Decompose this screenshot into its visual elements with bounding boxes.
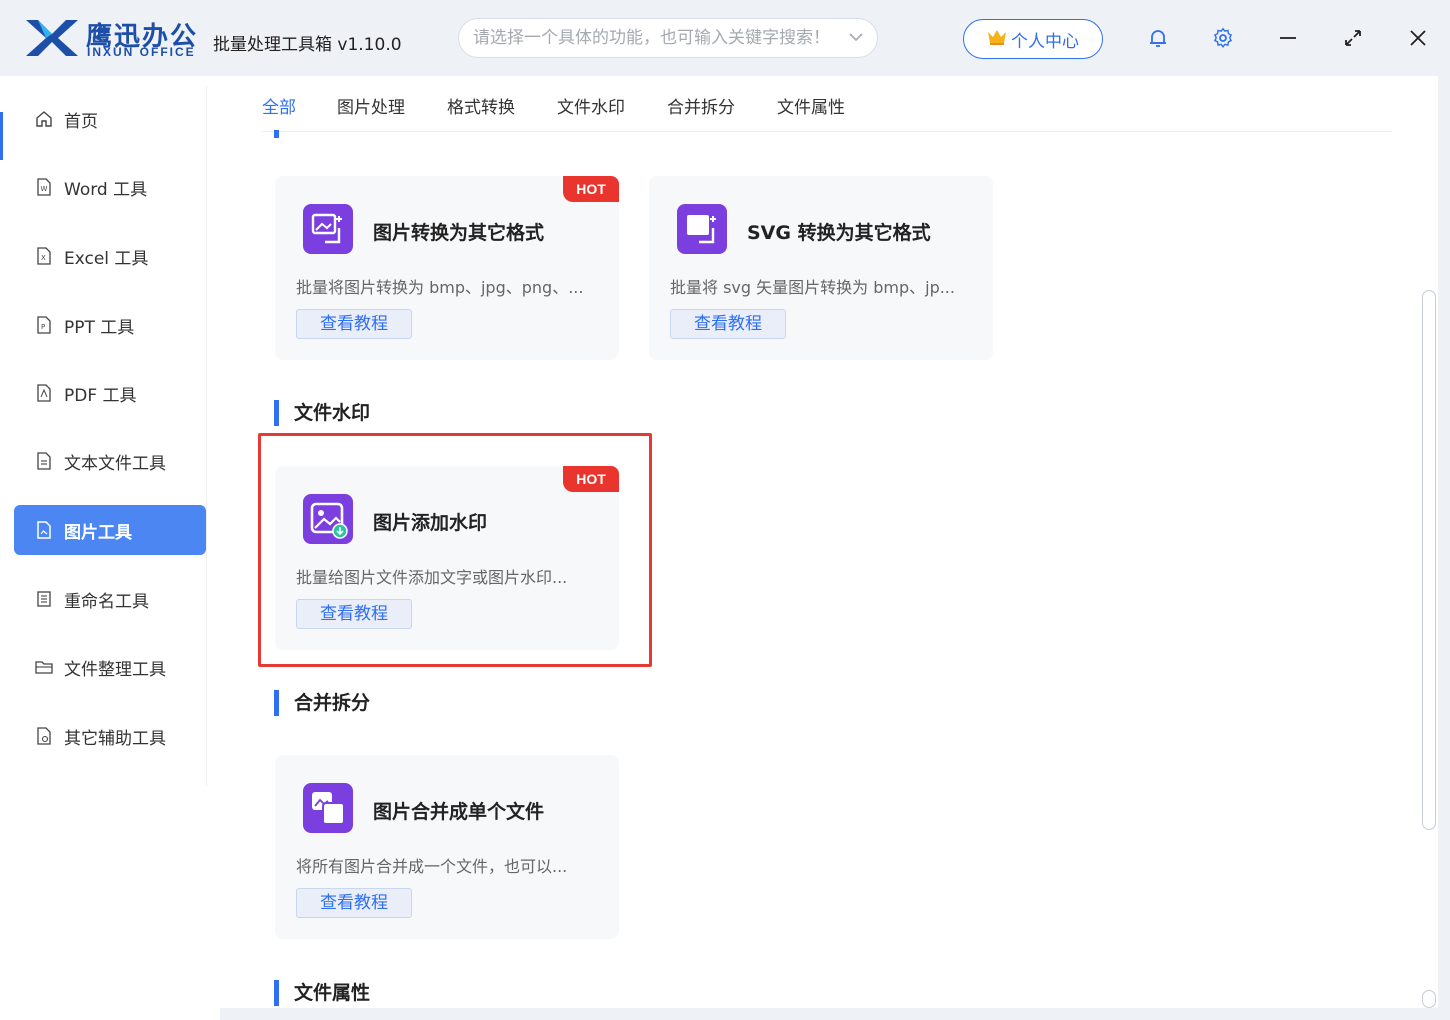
card-title: 图片转换为其它格式 — [373, 222, 545, 244]
image-convert-icon — [303, 204, 353, 254]
image-watermark-icon — [303, 494, 353, 544]
tab-label: 图片处理 — [337, 98, 405, 118]
close-icon[interactable] — [1405, 25, 1431, 51]
svg-text:W: W — [41, 185, 48, 193]
view-tutorial-button[interactable]: 查看教程 — [670, 309, 786, 339]
ppt-file-icon: P — [34, 315, 54, 335]
tab-label: 文件水印 — [557, 98, 625, 118]
search-input[interactable] — [473, 28, 849, 48]
title-bar: 鹰迅办公 INXUN OFFICE 批量处理工具箱 v1.10.0 个人中心 — [0, 0, 1450, 76]
crown-icon — [987, 28, 1007, 51]
tab-file-properties[interactable]: 文件属性 — [777, 93, 845, 118]
text-file-icon — [34, 451, 54, 471]
card-title: 图片添加水印 — [373, 512, 488, 534]
sidebar-item-label: 文本文件工具 — [64, 453, 166, 474]
logo-mark-icon — [26, 20, 78, 56]
pdf-file-icon — [34, 383, 54, 403]
tab-label: 格式转换 — [447, 98, 515, 118]
sidebar-item-label: PPT 工具 — [64, 317, 135, 338]
sidebar-item-text[interactable]: 文本文件工具 — [14, 436, 206, 486]
sidebar-item-other[interactable]: 其它辅助工具 — [14, 711, 206, 761]
card-description: 批量给图片文件添加文字或图片水印... — [296, 568, 568, 587]
sidebar-item-label: 重命名工具 — [64, 591, 149, 612]
main-content: 全部 图片处理 格式转换 文件水印 合并拆分 文件属性 图片转换为其它格式 批量… — [220, 76, 1438, 1008]
svg-convert-icon — [677, 204, 727, 254]
card-svg-convert[interactable]: SVG 转换为其它格式 批量将 svg 矢量图片转换为 bmp、jp... 查看… — [649, 176, 993, 360]
search-box[interactable] — [458, 18, 878, 58]
tab-label: 文件属性 — [777, 98, 845, 118]
brand-name-en: INXUN OFFICE — [87, 45, 196, 59]
folder-icon — [34, 657, 54, 677]
tab-format-convert[interactable]: 格式转换 — [447, 93, 515, 118]
view-tutorial-button[interactable]: 查看教程 — [296, 888, 412, 918]
sidebar-divider — [206, 86, 207, 786]
scrollbar-thumb[interactable] — [1422, 290, 1436, 830]
sidebar-item-excel[interactable]: X Excel 工具 — [14, 231, 206, 281]
section-title-watermark: 文件水印 — [274, 400, 370, 426]
tab-file-watermark[interactable]: 文件水印 — [557, 93, 625, 118]
excel-file-icon: X — [34, 246, 54, 266]
scrollbar-bottom — [1422, 990, 1436, 1008]
card-description: 将所有图片合并成一个文件，也可以... — [296, 857, 568, 876]
sidebar-item-label: PDF 工具 — [64, 385, 137, 406]
app-title: 批量处理工具箱 v1.10.0 — [213, 35, 402, 55]
user-center-button[interactable]: 个人中心 — [963, 19, 1103, 59]
sidebar-item-label: 文件整理工具 — [64, 659, 166, 680]
view-tutorial-button[interactable]: 查看教程 — [296, 599, 412, 629]
sidebar-item-label: 图片工具 — [64, 522, 132, 543]
hot-badge: HOT — [563, 466, 619, 492]
image-merge-icon — [303, 783, 353, 833]
sidebar-item-label: Word 工具 — [64, 179, 148, 200]
bell-icon[interactable] — [1145, 25, 1171, 51]
hot-badge: HOT — [563, 176, 619, 202]
section-title-merge-split: 合并拆分 — [274, 690, 370, 716]
sidebar-item-organize[interactable]: 文件整理工具 — [14, 642, 206, 692]
section-marker — [274, 130, 279, 138]
sidebar: 首页 W Word 工具 X Excel 工具 P PPT 工具 PDF 工具 … — [0, 76, 220, 1020]
card-title: 图片合并成单个文件 — [373, 801, 545, 823]
svg-text:P: P — [41, 323, 45, 331]
user-center-label: 个人中心 — [1011, 31, 1079, 52]
gear-icon[interactable] — [1210, 25, 1236, 51]
tools-icon — [34, 726, 54, 746]
card-title: SVG 转换为其它格式 — [747, 222, 931, 244]
sidebar-item-home[interactable]: 首页 — [14, 94, 206, 144]
card-image-merge[interactable]: 图片合并成单个文件 将所有图片合并成一个文件，也可以... 查看教程 — [275, 755, 619, 939]
sidebar-item-ppt[interactable]: P PPT 工具 — [14, 300, 206, 350]
image-file-icon — [34, 520, 54, 540]
word-file-icon: W — [34, 177, 54, 197]
sidebar-item-image[interactable]: 图片工具 — [14, 505, 206, 555]
app-logo: 鹰迅办公 INXUN OFFICE — [24, 18, 204, 62]
view-tutorial-button[interactable]: 查看教程 — [296, 309, 412, 339]
tab-label: 全部 — [262, 98, 296, 118]
sidebar-item-label: Excel 工具 — [64, 248, 149, 269]
tab-label: 合并拆分 — [667, 98, 735, 118]
sidebar-item-label: 首页 — [64, 111, 98, 132]
maximize-icon[interactable] — [1340, 25, 1366, 51]
card-description: 批量将 svg 矢量图片转换为 bmp、jp... — [670, 278, 955, 297]
sidebar-marker — [0, 112, 3, 160]
sidebar-item-label: 其它辅助工具 — [64, 728, 166, 749]
card-image-watermark[interactable]: 图片添加水印 批量给图片文件添加文字或图片水印... 查看教程 HOT — [275, 466, 619, 650]
card-description: 批量将图片转换为 bmp、jpg、png、... — [296, 278, 584, 297]
chevron-down-icon[interactable] — [849, 29, 863, 47]
category-tabs: 全部 图片处理 格式转换 文件水印 合并拆分 文件属性 — [262, 76, 1392, 132]
card-image-convert[interactable]: 图片转换为其它格式 批量将图片转换为 bmp、jpg、png、... 查看教程 … — [275, 176, 619, 360]
svg-text:X: X — [41, 254, 46, 262]
minimize-icon[interactable] — [1275, 25, 1301, 51]
section-title-file-properties: 文件属性 — [274, 980, 370, 1006]
rename-icon — [34, 589, 54, 609]
tab-image-processing[interactable]: 图片处理 — [337, 93, 405, 118]
section-title-partial — [274, 130, 394, 138]
sidebar-item-pdf[interactable]: PDF 工具 — [14, 368, 206, 418]
home-icon — [34, 109, 54, 129]
sidebar-item-rename[interactable]: 重命名工具 — [14, 574, 206, 624]
tab-all[interactable]: 全部 — [262, 93, 296, 118]
tab-merge-split[interactable]: 合并拆分 — [667, 93, 735, 118]
sidebar-item-word[interactable]: W Word 工具 — [14, 162, 206, 212]
